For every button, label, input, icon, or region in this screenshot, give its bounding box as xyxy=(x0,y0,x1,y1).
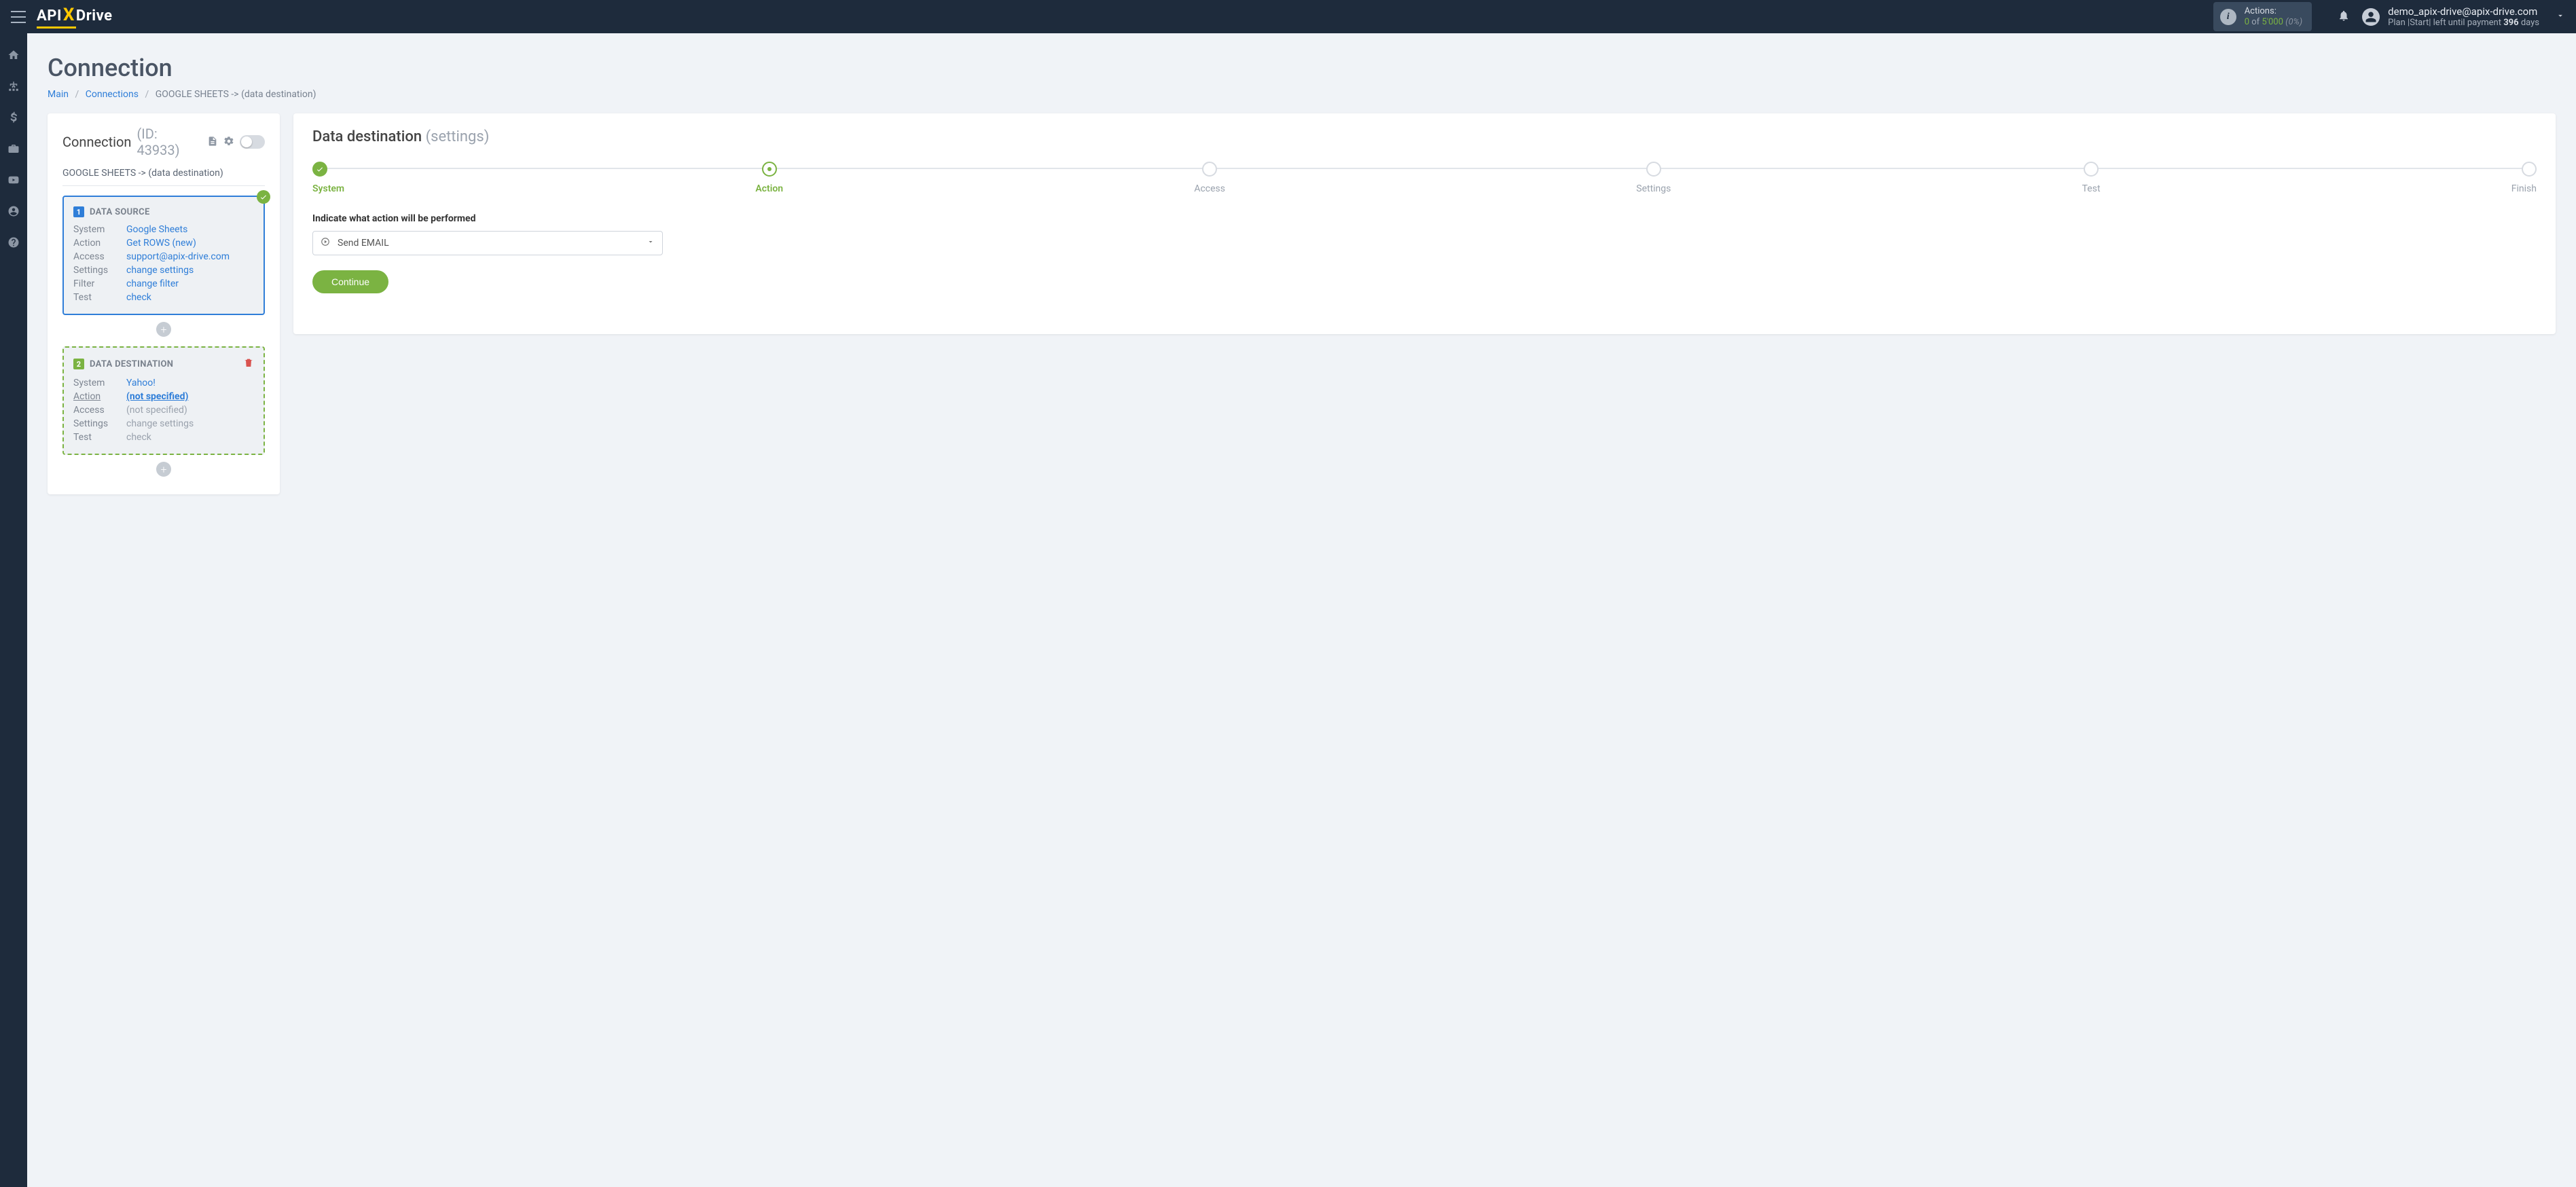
breadcrumb-current: GOOGLE SHEETS -> (data destination) xyxy=(156,89,316,100)
dst-access-value: (not specified) xyxy=(126,405,187,416)
actions-label: Actions: xyxy=(2245,6,2302,17)
youtube-icon[interactable] xyxy=(0,172,27,188)
data-destination-block[interactable]: 2 DATA DESTINATION SystemYahoo! Action(n… xyxy=(62,346,265,455)
dst-settings-value: change settings xyxy=(126,418,194,429)
actions-of: of xyxy=(2251,17,2262,27)
breadcrumb: Main / Connections / GOOGLE SHEETS -> (d… xyxy=(48,89,2556,100)
source-number: 1 xyxy=(73,206,84,217)
action-form-label: Indicate what action will be performed xyxy=(312,213,2537,224)
connection-id: (ID: 43933) xyxy=(137,126,202,158)
step-access[interactable]: Access xyxy=(1194,162,1225,194)
breadcrumb-main[interactable]: Main xyxy=(48,89,69,100)
step-settings[interactable]: Settings xyxy=(1636,162,1671,194)
info-icon: i xyxy=(2220,9,2236,25)
dollar-icon[interactable] xyxy=(0,109,27,126)
source-title: DATA SOURCE xyxy=(90,207,150,217)
actions-used: 0 xyxy=(2245,17,2249,27)
dest-title: DATA DESTINATION xyxy=(90,359,173,369)
navbar: APIXDrive i Actions: 0 of 5'000 (0%) dem… xyxy=(0,0,2576,33)
connection-path: GOOGLE SHEETS -> (data destination) xyxy=(62,168,265,186)
connection-toggle[interactable] xyxy=(240,135,265,149)
page-title: Connection xyxy=(48,54,2556,82)
play-icon xyxy=(321,237,330,249)
step-system[interactable]: System xyxy=(312,162,344,194)
step-action[interactable]: Action xyxy=(755,162,783,194)
sidebar xyxy=(0,33,27,1187)
actions-pct: (0%) xyxy=(2285,17,2302,27)
add-destination-button[interactable]: + xyxy=(156,462,171,477)
document-icon[interactable] xyxy=(207,134,218,150)
action-select-value: Send EMAIL xyxy=(338,238,389,249)
help-icon[interactable] xyxy=(0,234,27,251)
src-filter-link[interactable]: change filter xyxy=(126,278,179,289)
briefcase-icon[interactable] xyxy=(0,141,27,157)
trash-icon[interactable] xyxy=(243,357,254,371)
dst-system-link[interactable]: Yahoo! xyxy=(126,378,156,388)
dst-test-value: check xyxy=(126,432,151,443)
main-card: Data destination (settings) System Actio… xyxy=(293,113,2556,334)
account-icon[interactable] xyxy=(0,203,27,219)
sitemap-icon[interactable] xyxy=(0,78,27,94)
dest-number: 2 xyxy=(73,359,84,369)
logo[interactable]: APIXDrive xyxy=(37,5,112,29)
user-email: demo_apix-drive@apix-drive.com xyxy=(2388,5,2539,18)
action-select[interactable]: Send EMAIL xyxy=(312,231,663,255)
dst-action-link[interactable]: (not specified) xyxy=(126,391,188,402)
home-icon[interactable] xyxy=(0,47,27,63)
user-menu[interactable]: demo_apix-drive@apix-drive.com Plan |Sta… xyxy=(2362,5,2539,28)
connection-title: Connection xyxy=(62,134,131,150)
src-settings-link[interactable]: change settings xyxy=(126,265,194,276)
chevron-down-icon[interactable] xyxy=(2556,11,2565,23)
breadcrumb-connections[interactable]: Connections xyxy=(86,89,139,100)
step-progress: System Action Access Settings Test xyxy=(312,162,2537,194)
data-source-block[interactable]: 1 DATA SOURCE SystemGoogle Sheets Action… xyxy=(62,196,265,315)
avatar-icon xyxy=(2362,8,2380,26)
check-icon xyxy=(257,190,270,204)
src-action-link[interactable]: Get ROWS (new) xyxy=(126,238,196,249)
step-finish[interactable]: Finish xyxy=(2511,162,2537,194)
actions-counter[interactable]: i Actions: 0 of 5'000 (0%) xyxy=(2213,2,2312,31)
src-system-link[interactable]: Google Sheets xyxy=(126,224,187,235)
continue-button[interactable]: Continue xyxy=(312,270,388,293)
gear-icon[interactable] xyxy=(223,134,234,150)
main-title: Data destination (settings) xyxy=(312,128,2537,145)
src-test-link[interactable]: check xyxy=(126,292,151,303)
notifications-icon[interactable] xyxy=(2338,10,2350,24)
chevron-down-icon xyxy=(647,238,655,249)
step-test[interactable]: Test xyxy=(2082,162,2101,194)
hamburger-icon[interactable] xyxy=(11,11,26,23)
connection-sidebar-card: Connection (ID: 43933) GOOGLE SHEETS -> … xyxy=(48,113,280,494)
src-access-link[interactable]: support@apix-drive.com xyxy=(126,251,230,262)
actions-total: 5'000 xyxy=(2262,17,2283,27)
user-plan: Plan |Start| left until payment 396 days xyxy=(2388,18,2539,28)
add-between-button[interactable]: + xyxy=(156,322,171,337)
